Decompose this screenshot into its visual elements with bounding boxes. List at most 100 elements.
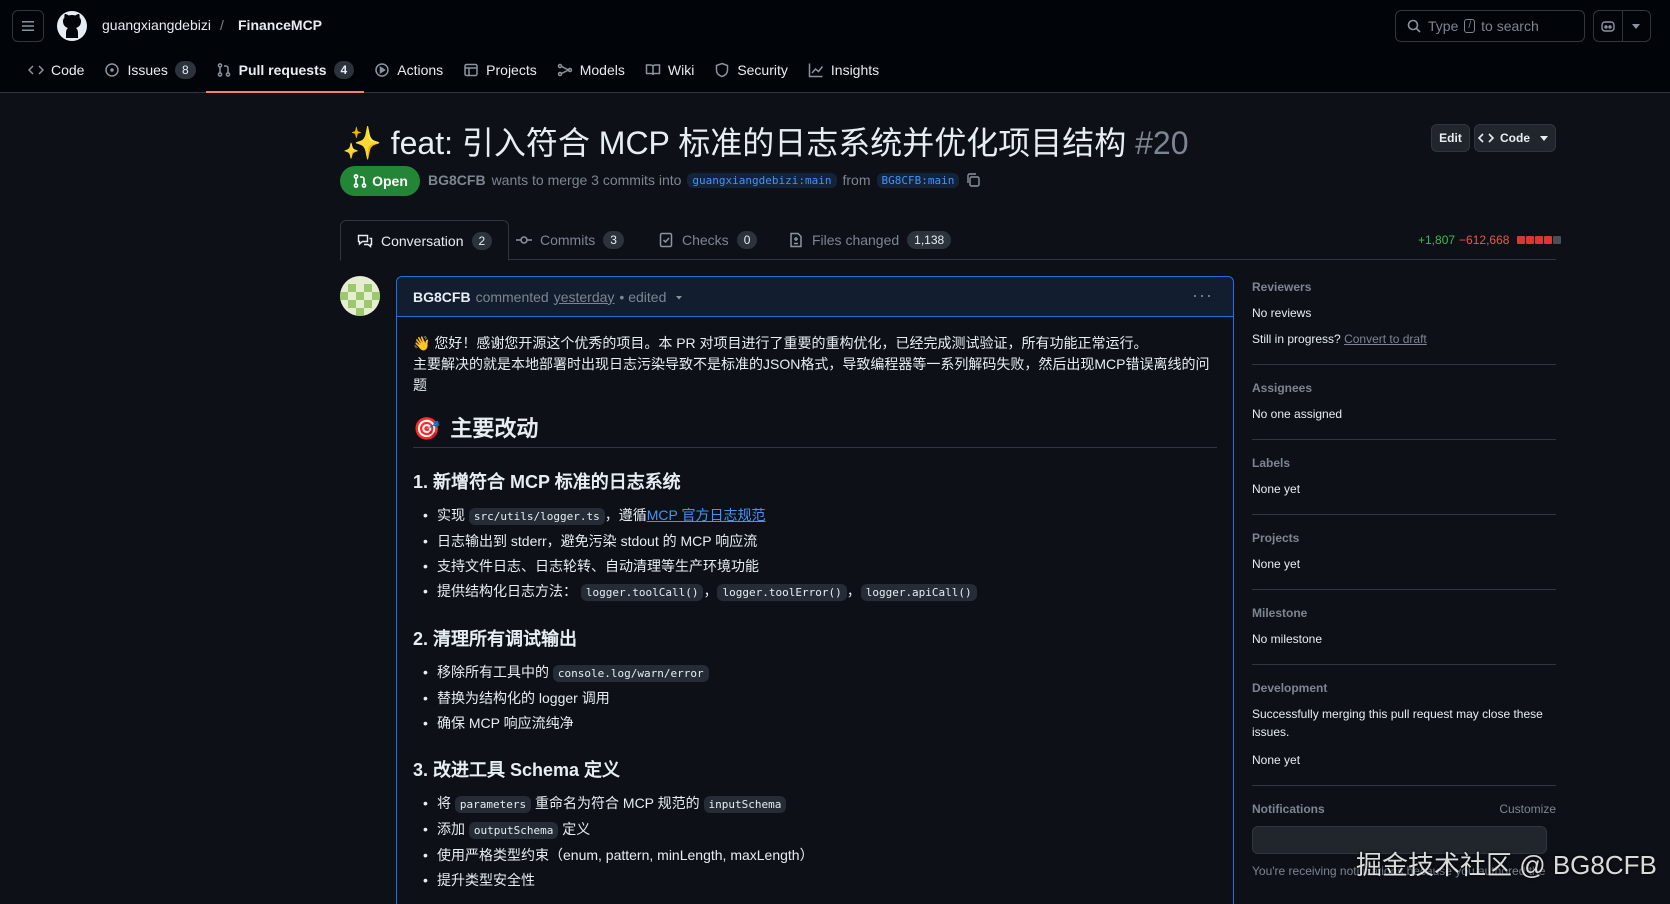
play-icon [374,62,390,78]
inline-code: logger.apiCall() [860,584,977,601]
tab-checks-label: Checks [682,232,729,248]
assignees-heading[interactable]: Assignees [1252,381,1556,395]
pull-request-icon [216,62,232,78]
tab-commits-count: 3 [603,231,624,249]
code-icon [28,62,44,78]
inline-code: src/utils/logger.ts [468,508,605,525]
code-icon [1478,130,1494,146]
base-branch[interactable]: guangxiangdebizi:main [687,172,837,188]
nav-actions[interactable]: Actions [364,58,453,82]
tab-commits-label: Commits [540,232,596,248]
reviewers-heading[interactable]: Reviewers [1252,280,1556,294]
nav-security[interactable]: Security [704,58,798,82]
head-branch[interactable]: BG8CFB:main [876,172,960,188]
diff-bars [1517,236,1562,244]
subsection-3-list: 将 parameters 重命名为符合 MCP 规范的 inputSchema … [413,791,1217,893]
nav-pull-requests[interactable]: Pull requests 4 [205,58,365,93]
comment-timestamp[interactable]: yesterday [554,289,615,305]
notifications-customize-link[interactable]: Customize [1499,802,1556,816]
breadcrumb-repo[interactable]: FinanceMCP [238,17,322,33]
comment-action: commented [475,288,549,305]
tab-conversation[interactable]: Conversation 2 [340,220,510,261]
labels-value: None yet [1252,482,1301,496]
edit-title-button[interactable]: Edit [1431,124,1470,152]
code-dropdown-button[interactable]: Code [1474,124,1556,152]
labels-heading[interactable]: Labels [1252,456,1556,470]
nav-models-label: Models [579,62,625,78]
tab-commits[interactable]: Commits 3 [500,220,640,260]
list-item: 将 parameters 重命名为符合 MCP 规范的 inputSchema [423,791,1217,817]
nav-wiki[interactable]: Wiki [635,58,704,82]
diff-deletions: −612,668 [1459,233,1510,247]
search-input[interactable]: Type / to search [1395,10,1585,42]
subsection-2-list: 移除所有工具中的 console.log/warn/error 替换为结构化的 … [413,660,1217,736]
hamburger-menu-button[interactable] [12,10,44,42]
nav-wiki-label: Wiki [667,62,695,78]
list-item: 确保 MCP 响应流纯净 [423,711,1217,736]
comment-author[interactable]: BG8CFB [413,289,471,305]
copilot-dropdown-button[interactable] [1621,11,1651,41]
projects-heading[interactable]: Projects [1252,531,1556,545]
convert-to-draft-link[interactable]: Convert to draft [1344,332,1427,346]
status-label: Open [372,173,408,189]
list-item: 移除所有工具中的 console.log/warn/error [423,660,1217,686]
copy-icon[interactable] [965,172,981,188]
pr-title-text: feat: 引入符合 MCP 标准的日志系统并优化项目结构 [390,125,1127,161]
sidebar-reviewers: Reviewers No reviews Still in progress? … [1252,280,1556,365]
nav-insights[interactable]: Insights [798,58,889,82]
nav-issues-label: Issues [127,62,168,78]
commit-icon [516,232,532,248]
list-item: 支持文件日志、日志轮转、自动清理等生产环境功能 [423,554,1217,579]
copilot-button[interactable] [1594,11,1622,41]
section-heading: 🎯 主要改动 [413,418,1217,448]
triangle-down-icon[interactable] [671,289,687,305]
notifications-heading: Notifications Customize [1252,802,1556,816]
comment-body: 👋 您好！感谢您开源这个优秀的项目。本 PR 对项目进行了重要的重构优化，已经完… [397,317,1233,893]
milestone-value: No milestone [1252,632,1323,646]
file-diff-icon [788,232,804,248]
list-item: 日志输出到 stderr，避免污染 stdout 的 MCP 响应流 [423,529,1217,554]
pr-author-link[interactable]: BG8CFB [428,172,486,188]
sidebar-projects: Projects None yet [1252,531,1556,590]
mcp-logging-spec-link[interactable]: MCP 官方日志规范 [647,507,766,523]
list-item-text: 实现 [437,507,465,523]
checklist-icon [658,232,674,248]
development-heading[interactable]: Development [1252,681,1556,695]
nav-code-label: Code [51,62,85,78]
from-text: from [842,172,871,188]
hamburger-icon [20,18,36,34]
milestone-heading[interactable]: Milestone [1252,606,1556,620]
book-icon [645,62,661,78]
assignees-value: No one assigned [1252,407,1343,421]
triangle-down-icon [1536,130,1552,146]
inline-code: logger.toolError() [717,584,847,601]
graph-icon [808,62,824,78]
tab-files-changed[interactable]: Files changed 1,138 [772,220,967,260]
list-item: 提升类型安全性 [423,868,1217,893]
nav-issues[interactable]: Issues 8 [94,58,205,82]
tab-conversation-label: Conversation [381,232,464,249]
inline-code: parameters [454,796,532,813]
tab-files-changed-label: Files changed [812,232,900,248]
github-logo-icon[interactable] [56,10,88,42]
merge-summary: BG8CFB wants to merge 3 commits into gua… [428,172,981,188]
comment-edited[interactable]: • edited [619,289,666,305]
watermark: 掘金技术社区 @ BG8CFB [1356,850,1657,880]
sidebar-development: Development Successfully merging this pu… [1252,681,1556,786]
avatar[interactable] [340,276,380,316]
search-suffix: to search [1481,18,1539,34]
reviewers-value: No reviews [1252,306,1312,320]
nav-projects[interactable]: Projects [453,58,547,82]
search-prefix: Type [1428,18,1459,34]
status-badge: Open [340,166,420,196]
nav-models[interactable]: Models [547,58,635,82]
nav-code[interactable]: Code [18,58,94,82]
breadcrumb-separator: / [220,17,224,33]
global-header: guangxiangdebizi / FinanceMCP Type / to … [0,0,1670,93]
list-item-text: 移除所有工具中的 [437,664,549,680]
table-icon [463,62,479,78]
list-item: 使用严格类型约束（enum, pattern, minLength, maxLe… [423,843,1217,868]
kebab-menu-icon[interactable]: ··· [1192,285,1213,306]
tab-checks[interactable]: Checks 0 [642,220,773,260]
breadcrumb-owner[interactable]: guangxiangdebizi [102,17,211,33]
